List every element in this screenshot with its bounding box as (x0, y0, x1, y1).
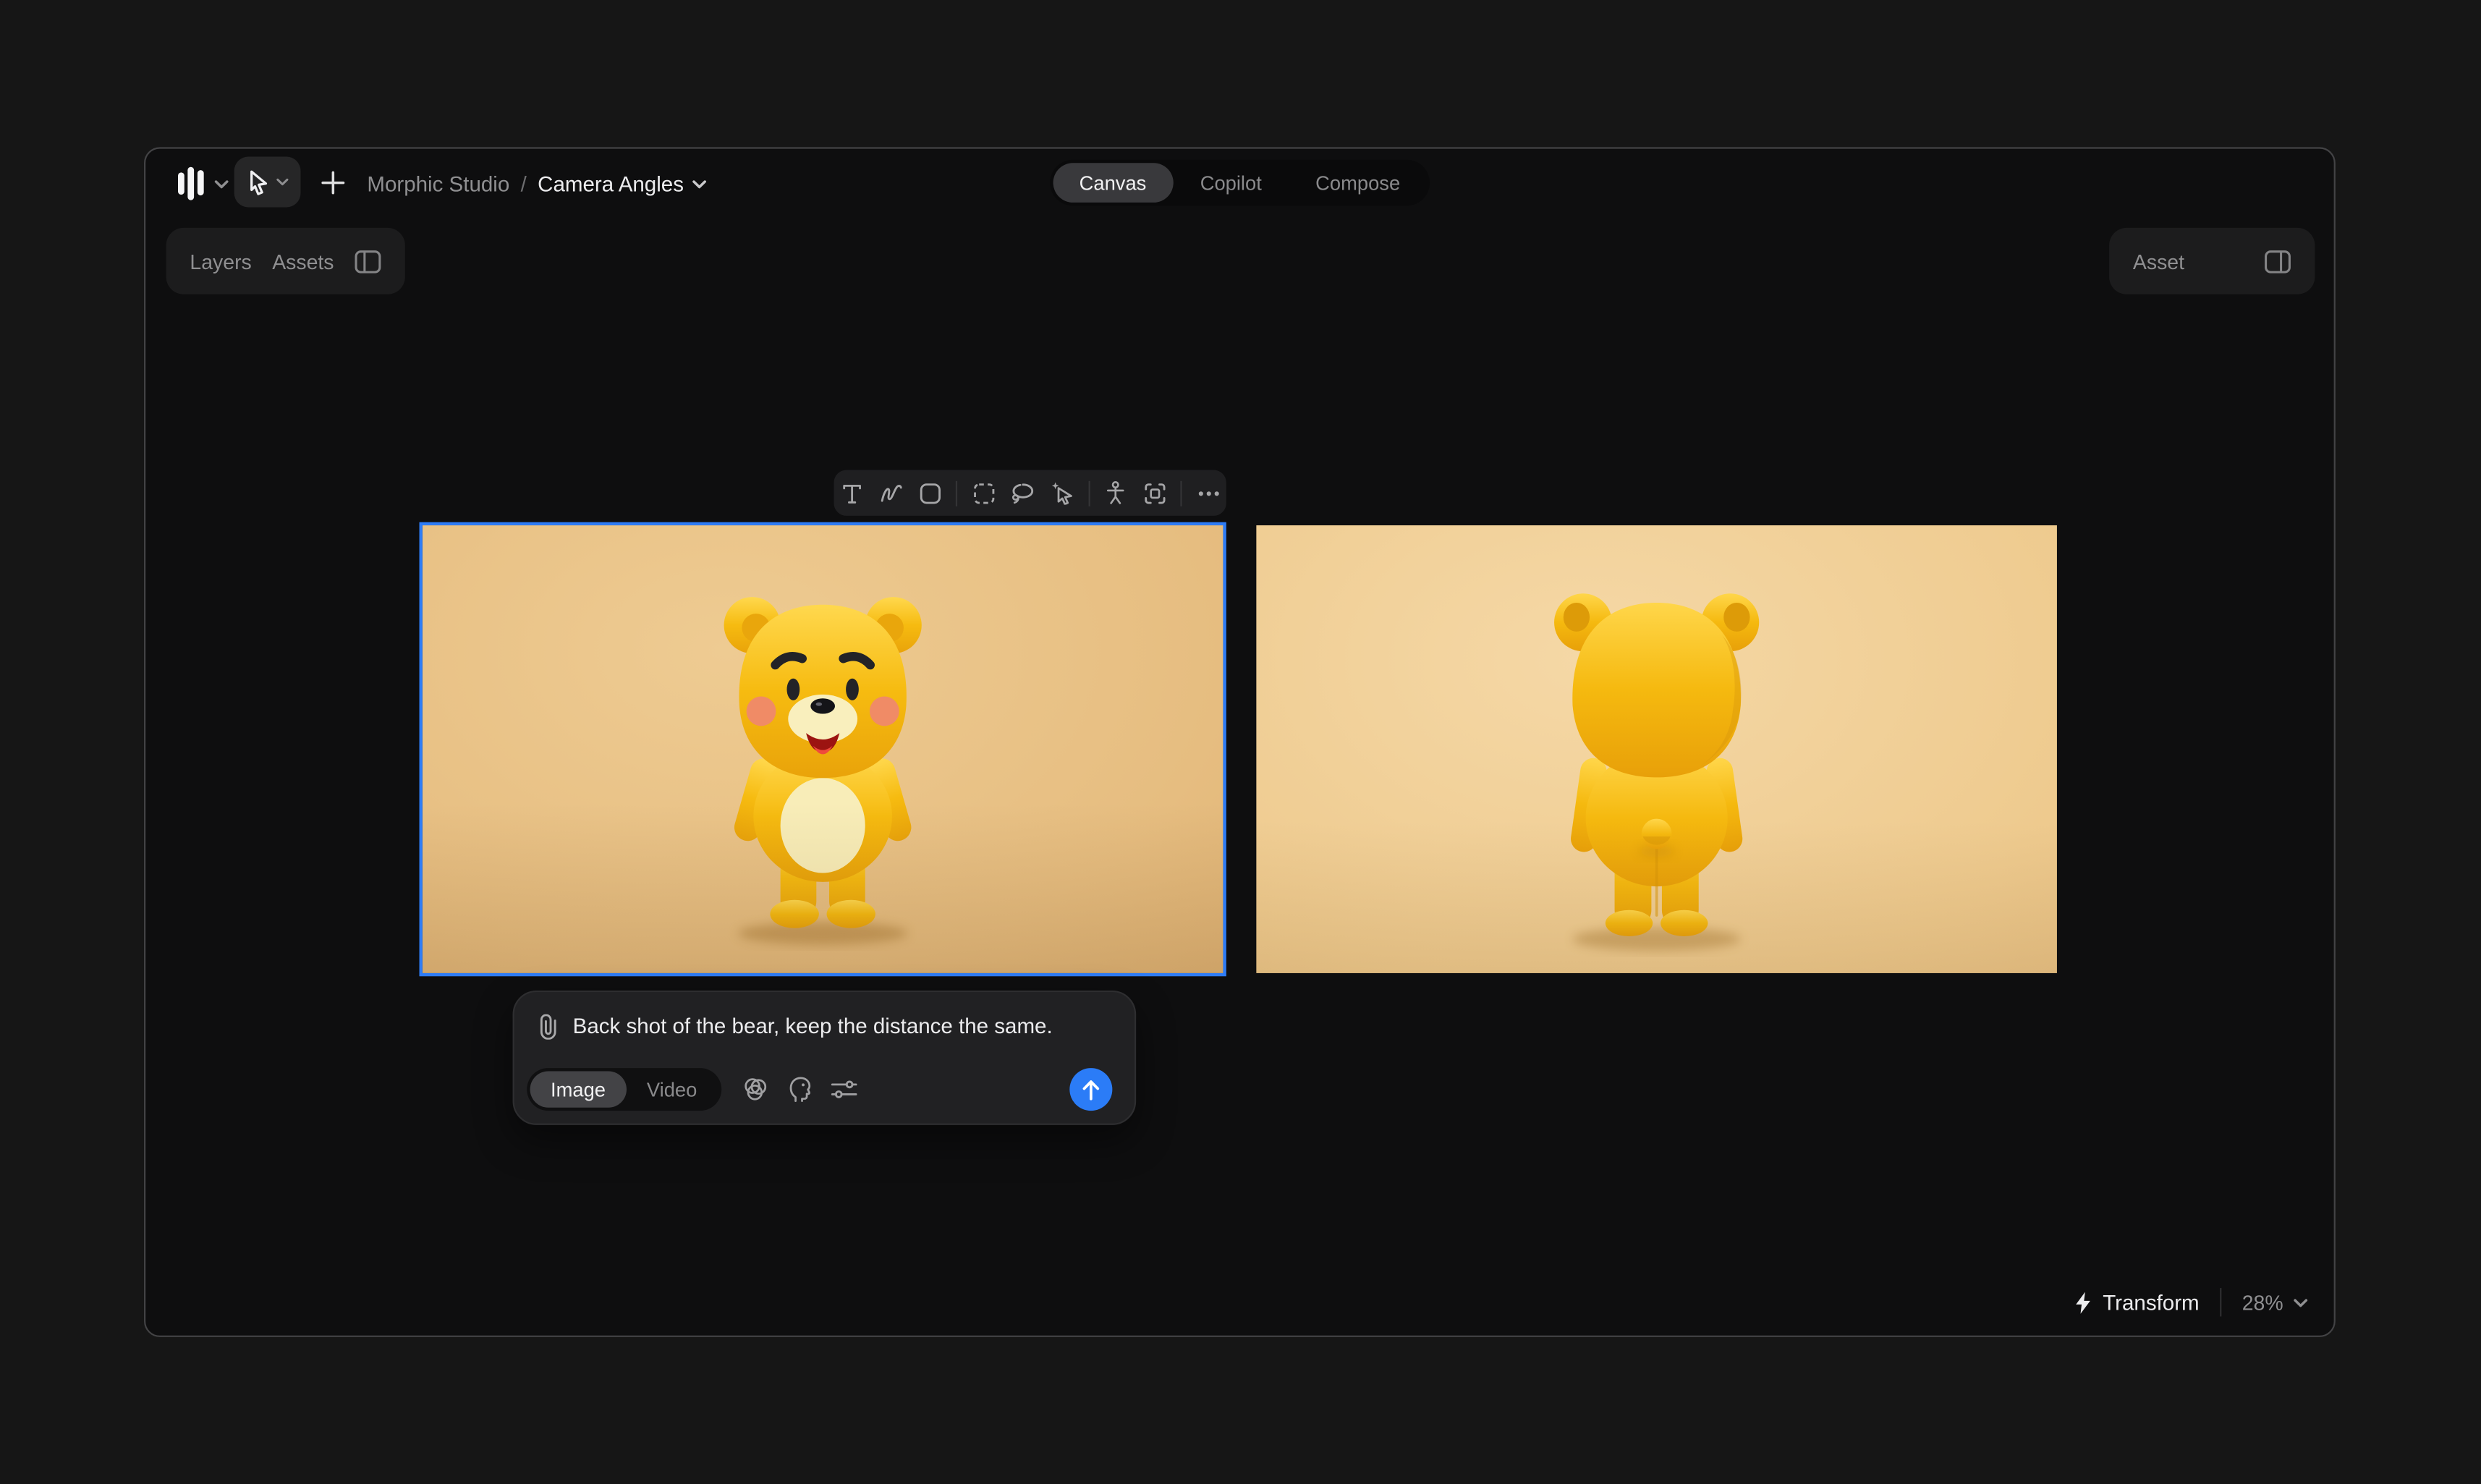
app-window: Morphic Studio / Camera Angles Canvas Co… (0, 0, 2481, 1484)
mode-switch: Image Video (527, 1068, 721, 1111)
toolbar-divider (1181, 480, 1182, 506)
bear-back-illustration (1512, 564, 1801, 958)
studio-frame: Morphic Studio / Camera Angles Canvas Co… (144, 147, 2336, 1337)
status-bar: Transform 28% (2074, 1288, 2309, 1316)
mode-video-button[interactable]: Video (626, 1072, 717, 1108)
transform-label: Transform (2103, 1290, 2199, 1314)
pose-tool-button[interactable] (1098, 475, 1134, 510)
shape-tool-button[interactable] (912, 475, 949, 510)
canvas-tool-strip (834, 470, 1226, 515)
prompt-action-icons (739, 1074, 860, 1106)
marquee-icon (972, 482, 995, 504)
lightning-icon (2074, 1290, 2092, 1314)
frame-tool-button[interactable] (1137, 475, 1173, 510)
canvas-image-bear-back[interactable] (1256, 525, 2057, 973)
prompt-controls-row: Image Video (527, 1068, 1121, 1111)
add-button[interactable] (313, 163, 351, 200)
scribble-icon (879, 483, 903, 503)
plus-icon (321, 170, 344, 194)
face-profile-icon[interactable] (784, 1074, 816, 1106)
send-button[interactable] (1069, 1068, 1112, 1111)
morphic-logo-icon (177, 166, 205, 201)
chevron-down-icon (213, 178, 229, 189)
breadcrumb-separator: / (521, 171, 527, 195)
toolbar-divider (957, 480, 958, 506)
text-tool-button[interactable] (834, 475, 870, 510)
layers-button[interactable]: Layers (190, 249, 251, 273)
lasso-tool-button[interactable] (1005, 475, 1041, 510)
person-icon (1106, 481, 1125, 505)
breadcrumb-page[interactable]: Camera Angles (538, 171, 708, 195)
top-bar: Morphic Studio / Camera Angles Canvas Co… (145, 149, 2333, 219)
tab-copilot[interactable]: Copilot (1174, 163, 1289, 203)
select-tool-button[interactable] (234, 156, 301, 207)
ai-select-tool-button[interactable] (1044, 475, 1080, 510)
rings-icon[interactable] (739, 1074, 771, 1106)
chevron-down-icon (274, 177, 289, 187)
breadcrumb-app[interactable]: Morphic Studio (367, 171, 509, 195)
breadcrumb-page-label: Camera Angles (538, 171, 684, 195)
cursor-icon (246, 169, 270, 195)
chevron-down-icon (2293, 1297, 2309, 1307)
sidebar-left-icon[interactable] (355, 249, 381, 273)
transform-button[interactable]: Transform (2074, 1290, 2200, 1314)
assets-button[interactable]: Assets (272, 249, 334, 273)
view-tabs: Canvas Copilot Compose (1049, 160, 1430, 205)
toolbar-divider (1088, 480, 1090, 506)
draw-tool-button[interactable] (873, 475, 909, 510)
sliders-icon[interactable] (828, 1074, 860, 1106)
asset-button[interactable]: Asset (2133, 249, 2184, 273)
tab-canvas[interactable]: Canvas (1052, 163, 1173, 203)
app-logo-menu[interactable] (177, 160, 229, 208)
paperclip-icon[interactable] (538, 1014, 559, 1040)
more-tools-button[interactable] (1190, 475, 1226, 510)
canvas-image-bear-front[interactable] (423, 525, 1223, 973)
prompt-input-row: Back shot of the bear, keep the distance… (514, 992, 1135, 1040)
bear-front-illustration (682, 566, 964, 951)
zoom-control[interactable]: 28% (2242, 1290, 2309, 1314)
rectangle-icon (919, 482, 941, 504)
zoom-level: 28% (2242, 1290, 2283, 1314)
text-tool-icon (841, 482, 862, 504)
marquee-select-tool-button[interactable] (966, 475, 1002, 510)
prompt-box: Back shot of the bear, keep the distance… (513, 991, 1137, 1125)
status-divider (2220, 1288, 2221, 1316)
breadcrumb: Morphic Studio / Camera Angles (367, 149, 707, 219)
sidebar-right-icon[interactable] (2264, 249, 2291, 273)
tab-compose[interactable]: Compose (1289, 163, 1427, 203)
lasso-icon (1011, 482, 1035, 504)
left-panel-toggle: Layers Assets (166, 228, 405, 294)
prompt-text[interactable]: Back shot of the bear, keep the distance… (573, 1013, 1053, 1040)
right-panel-toggle: Asset (2109, 228, 2315, 294)
ellipsis-icon (1197, 490, 1220, 496)
chevron-down-icon (692, 178, 708, 189)
arrow-up-icon (1081, 1078, 1101, 1101)
sparkle-cursor-icon (1051, 481, 1074, 505)
mode-image-button[interactable]: Image (530, 1072, 627, 1108)
frame-crop-icon (1144, 482, 1166, 504)
